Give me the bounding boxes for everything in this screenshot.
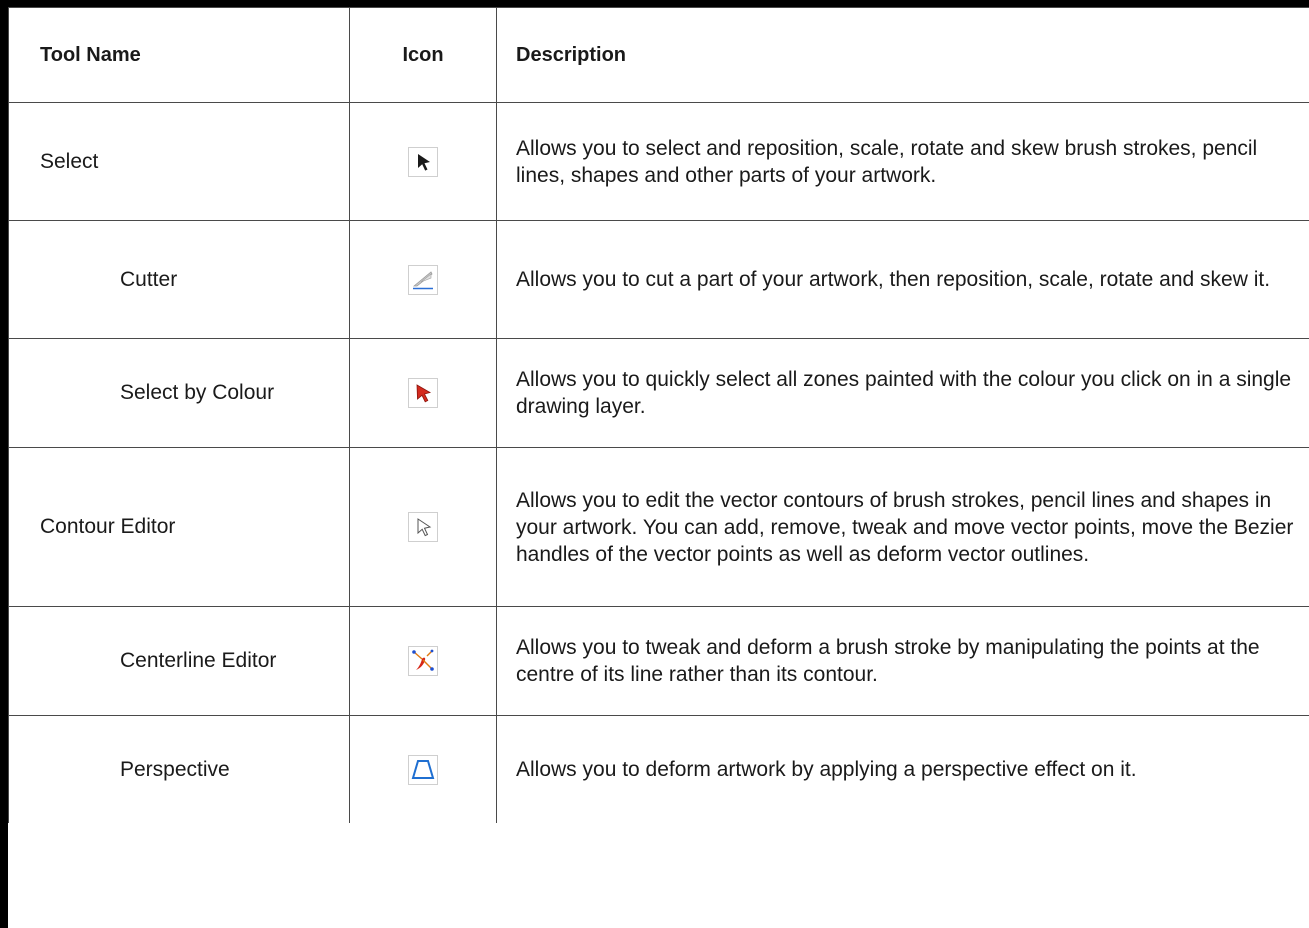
tools-table-page: Tool Name Icon Description Select Allows… [0, 0, 1309, 928]
tool-name: Perspective [8, 715, 350, 823]
table-row: Contour Editor Allows you to edit the ve… [8, 447, 1309, 607]
contour-editor-icon [408, 512, 438, 542]
centerline-editor-icon [408, 646, 438, 676]
cutter-icon [408, 264, 438, 295]
tool-name: Contour Editor [8, 447, 350, 607]
tool-description: Allows you to tweak and deform a brush s… [496, 606, 1309, 716]
header-tool-name: Tool Name [8, 7, 350, 103]
top-border-rule [0, 0, 1309, 7]
table-row: Select by Colour Allows you to quickly s… [8, 338, 1309, 448]
table-header-row: Tool Name Icon Description [8, 7, 1309, 103]
tool-icon-cell [349, 606, 497, 716]
tool-name: Centerline Editor [8, 606, 350, 716]
perspective-icon [408, 754, 438, 785]
select-arrow-icon [408, 146, 438, 177]
tool-name: Cutter [8, 220, 350, 339]
select-by-colour-icon [408, 378, 438, 408]
tool-description: Allows you to edit the vector contours o… [496, 447, 1309, 607]
tool-icon-cell [349, 220, 497, 339]
tool-icon-cell [349, 715, 497, 823]
tool-icon-cell [349, 447, 497, 607]
tool-icon-cell [349, 338, 497, 448]
table-row: Cutter Allows you to cut a part of your … [8, 220, 1309, 339]
tool-description: Allows you to cut a part of your artwork… [496, 220, 1309, 339]
tool-name: Select by Colour [8, 338, 350, 448]
tool-description: Allows you to quickly select all zones p… [496, 338, 1309, 448]
tool-description: Allows you to select and reposition, sca… [496, 102, 1309, 221]
tool-description: Allows you to deform artwork by applying… [496, 715, 1309, 823]
header-icon: Icon [349, 7, 497, 103]
left-border-rule [0, 0, 8, 928]
tool-name: Select [8, 102, 350, 221]
table-row: Centerline Editor Allows you to tweak an… [8, 606, 1309, 716]
header-description: Description [496, 7, 1309, 103]
tools-table: Tool Name Icon Description Select Allows… [8, 7, 1309, 823]
table-row: Perspective Allows you to deform artwork… [8, 715, 1309, 823]
tool-icon-cell [349, 102, 497, 221]
table-row: Select Allows you to select and repositi… [8, 102, 1309, 221]
